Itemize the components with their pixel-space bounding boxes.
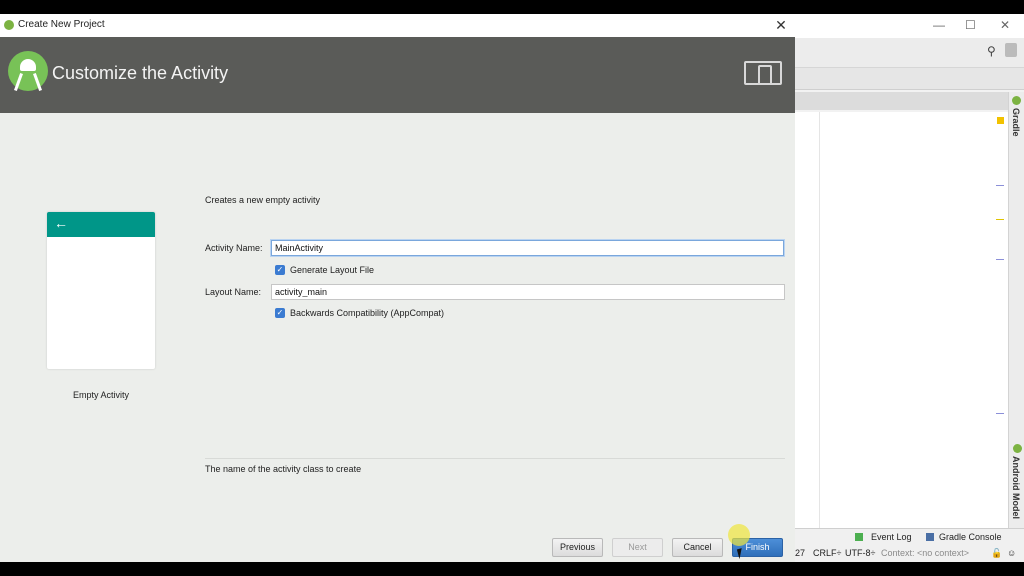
dialog-titlebar: Create New Project ✕ bbox=[0, 14, 795, 37]
page-title: Customize the Activity bbox=[52, 63, 229, 83]
help-text: The name of the activity class to create bbox=[205, 464, 362, 474]
dialog-content: ← Empty Activity Creates a new empty act… bbox=[0, 113, 795, 562]
error-stripe-marker[interactable] bbox=[996, 259, 1004, 260]
maximize-button[interactable]: ☐ bbox=[965, 18, 976, 32]
cancel-button[interactable]: Cancel bbox=[672, 538, 723, 557]
minimize-button[interactable]: — bbox=[933, 18, 945, 32]
ide-toolbar-secondary bbox=[795, 68, 1024, 90]
generate-layout-checkbox[interactable]: ✓ bbox=[275, 265, 285, 275]
warning-marker[interactable] bbox=[997, 117, 1004, 124]
layout-name-label: Layout Name: bbox=[205, 287, 262, 297]
status-line-separator[interactable]: CRLF÷ bbox=[813, 548, 841, 558]
cursor-highlight bbox=[728, 524, 750, 546]
close-button[interactable]: ✕ bbox=[773, 16, 789, 34]
inspector-icon[interactable]: ☺ bbox=[1007, 548, 1016, 558]
lock-icon[interactable]: 🔓 bbox=[991, 548, 1002, 559]
avatar-icon[interactable] bbox=[1005, 43, 1017, 57]
preview-label: Empty Activity bbox=[72, 390, 129, 400]
search-icon[interactable]: ⚲ bbox=[987, 44, 996, 58]
layout-name-input[interactable] bbox=[271, 284, 785, 300]
preview-app-bar: ← bbox=[47, 212, 155, 237]
ide-statusbar: Event Log Gradle Console 27 CRLF÷ UTF-8÷… bbox=[795, 528, 1024, 562]
previous-button[interactable]: Previous bbox=[552, 538, 603, 557]
android-studio-logo bbox=[8, 51, 48, 91]
separator bbox=[205, 458, 785, 459]
dialog-header: Customize the Activity bbox=[0, 37, 795, 113]
android-studio-icon bbox=[4, 20, 14, 30]
gradle-console-icon bbox=[926, 533, 934, 541]
ide-toolbar: ⚲ bbox=[795, 38, 1024, 68]
backwards-compat-label[interactable]: Backwards Compatibility (AppCompat) bbox=[290, 308, 444, 318]
ide-titlebar: — ☐ ✕ bbox=[795, 14, 1024, 38]
ide-window: — ☐ ✕ ⚲ Gradle Android Model Event Log G… bbox=[795, 14, 1024, 562]
gradle-tab[interactable]: Gradle bbox=[1011, 108, 1021, 137]
editor-gutter bbox=[819, 112, 820, 528]
error-stripe-marker[interactable] bbox=[996, 185, 1004, 186]
gradle-console-button[interactable]: Gradle Console bbox=[939, 532, 1002, 542]
activity-preview: ← bbox=[47, 212, 155, 369]
create-project-dialog: Create New Project ✕ Customize the Activ… bbox=[0, 14, 795, 562]
event-log-icon bbox=[855, 533, 863, 541]
backwards-compat-checkbox[interactable]: ✓ bbox=[275, 308, 285, 318]
activity-name-label: Activity Name: bbox=[205, 243, 263, 253]
ide-tabs bbox=[795, 92, 1008, 110]
dialog-title: Create New Project bbox=[18, 19, 105, 30]
event-log-button[interactable]: Event Log bbox=[871, 532, 912, 542]
error-stripe-marker[interactable] bbox=[996, 413, 1004, 414]
error-stripe-marker[interactable] bbox=[996, 219, 1004, 220]
android-icon bbox=[1013, 444, 1022, 453]
ide-close-button[interactable]: ✕ bbox=[1000, 18, 1010, 32]
device-icon bbox=[744, 61, 782, 85]
status-context[interactable]: Context: <no context> bbox=[881, 548, 969, 558]
activity-name-input[interactable] bbox=[271, 240, 784, 256]
generate-layout-label[interactable]: Generate Layout File bbox=[290, 265, 374, 275]
right-tool-strip: Gradle Android Model bbox=[1008, 92, 1024, 528]
back-arrow-icon: ← bbox=[54, 215, 68, 231]
next-button[interactable]: Next bbox=[612, 538, 663, 557]
android-model-tab[interactable]: Android Model bbox=[1011, 456, 1021, 519]
gradle-icon bbox=[1012, 96, 1021, 105]
activity-description: Creates a new empty activity bbox=[205, 195, 321, 205]
screen: — ☐ ✕ ⚲ Gradle Android Model Event Log G… bbox=[0, 0, 1024, 576]
code-editor[interactable] bbox=[795, 112, 1008, 528]
status-encoding[interactable]: UTF-8÷ bbox=[845, 548, 875, 558]
status-line-number[interactable]: 27 bbox=[795, 548, 805, 558]
